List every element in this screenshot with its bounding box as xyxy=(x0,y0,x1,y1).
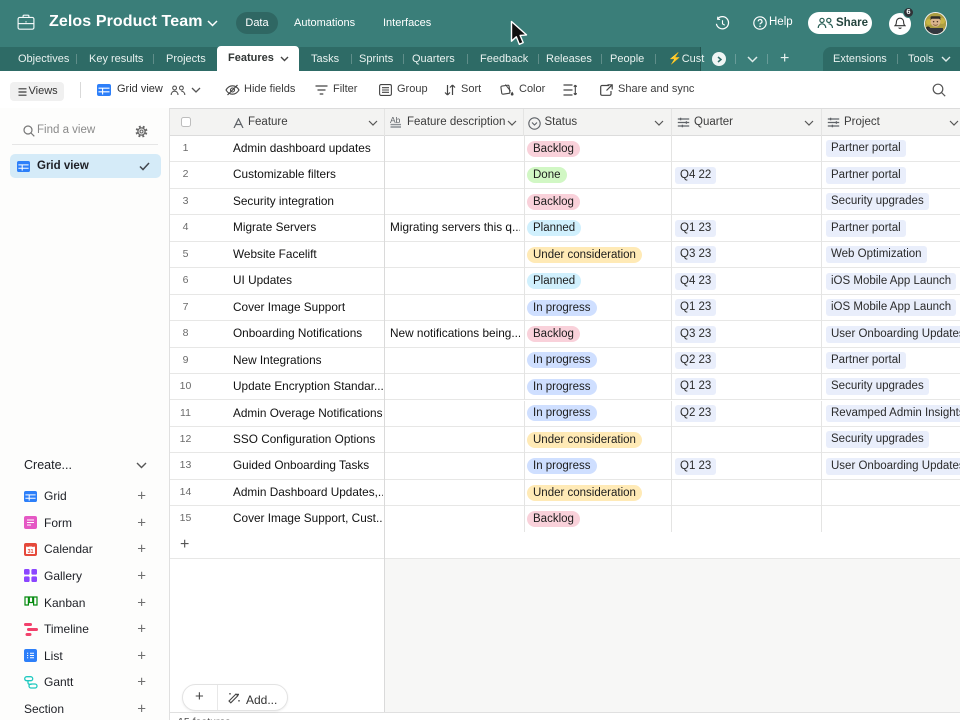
svg-text:31: 31 xyxy=(27,548,33,554)
svg-text:Ab: Ab xyxy=(390,116,401,125)
